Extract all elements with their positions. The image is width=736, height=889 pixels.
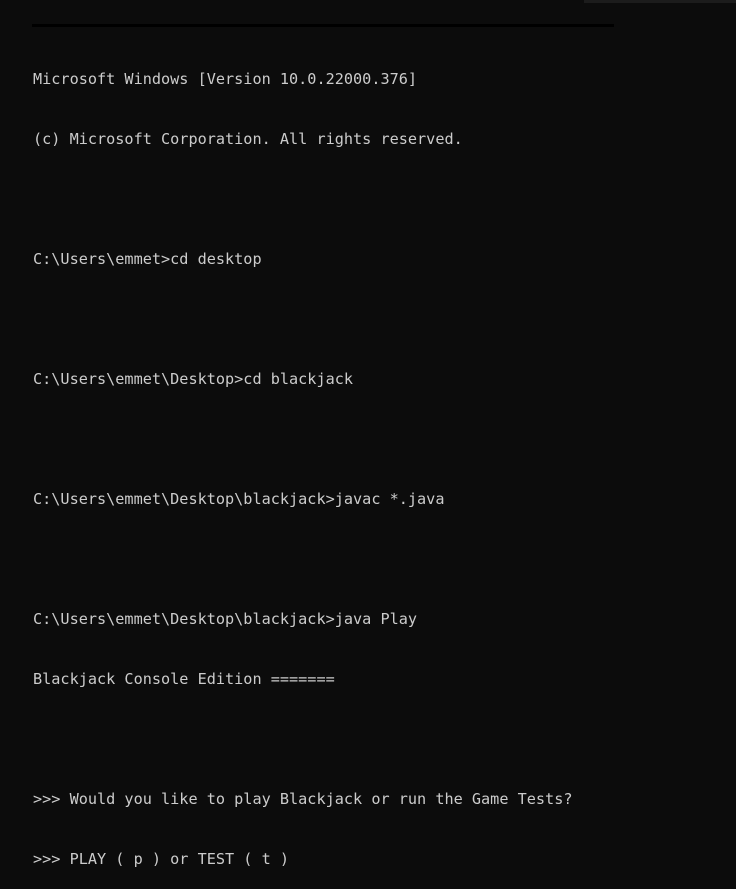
console-line-blank <box>33 729 736 749</box>
console-line-cd-blackjack: C:\Users\emmet\Desktop>cd blackjack <box>33 370 354 388</box>
console-output-area[interactable]: Microsoft Windows [Version 10.0.22000.37… <box>33 29 736 868</box>
console-line-blank <box>33 429 736 449</box>
console-line-blank <box>33 189 736 209</box>
console-line-javac: C:\Users\emmet\Desktop\blackjack>javac *… <box>33 490 445 508</box>
console-line-blank <box>33 549 736 569</box>
console-line-cd-desktop: C:\Users\emmet>cd desktop <box>33 250 262 268</box>
console-line-java-play: C:\Users\emmet\Desktop\blackjack>java Pl… <box>33 610 418 628</box>
console-line-version: Microsoft Windows [Version 10.0.22000.37… <box>33 70 418 88</box>
console-line-question: >>> Would you like to play Blackjack or … <box>33 790 573 808</box>
console-line-game-title: Blackjack Console Edition ======= <box>33 670 335 688</box>
console-top-border <box>32 24 614 27</box>
window-top-edge-right <box>584 0 736 3</box>
console-line-prompt-options: >>> PLAY ( p ) or TEST ( t ) <box>33 850 290 868</box>
window-top-edge <box>0 0 584 3</box>
console-line-blank <box>33 309 736 329</box>
console-line-copyright: (c) Microsoft Corporation. All rights re… <box>33 130 463 148</box>
